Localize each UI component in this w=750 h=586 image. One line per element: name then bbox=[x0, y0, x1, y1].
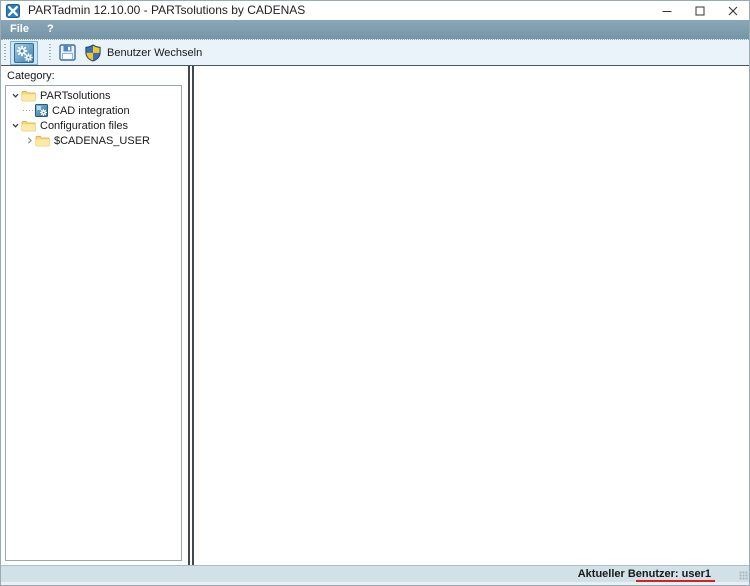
switch-user-button[interactable]: Benutzer Wechseln bbox=[80, 41, 206, 65]
gears-icon bbox=[14, 42, 34, 63]
folder-icon bbox=[21, 120, 36, 132]
close-icon bbox=[728, 6, 737, 15]
window-title: PARTadmin 12.10.00 - PARTsolutions by CA… bbox=[28, 3, 306, 17]
tree-item-cad-integration[interactable]: CAD integration bbox=[6, 103, 181, 118]
content-panel bbox=[194, 66, 749, 565]
category-admin-button[interactable] bbox=[10, 40, 38, 65]
folder-icon bbox=[21, 90, 36, 102]
app-logo-icon bbox=[6, 3, 20, 18]
cad-integration-icon bbox=[35, 104, 48, 117]
minimize-icon bbox=[662, 10, 671, 12]
resize-grip[interactable] bbox=[739, 571, 748, 580]
chevron-down-icon[interactable] bbox=[9, 121, 21, 130]
tree-item-label: Configuration files bbox=[40, 119, 129, 132]
maximize-button[interactable] bbox=[683, 1, 716, 20]
window-controls bbox=[650, 1, 749, 20]
minimize-button[interactable] bbox=[650, 1, 683, 20]
switch-user-label: Benutzer Wechseln bbox=[107, 46, 203, 59]
close-button[interactable] bbox=[716, 1, 749, 20]
menu-help[interactable]: ? bbox=[47, 20, 54, 39]
tree-item-partsolutions[interactable]: PARTsolutions bbox=[6, 88, 181, 103]
save-button[interactable] bbox=[55, 41, 80, 65]
tree-item-label: CAD integration bbox=[52, 104, 130, 117]
toolbar-gripper[interactable] bbox=[4, 43, 6, 62]
status-bar: Aktueller Benutzer: user1 bbox=[1, 565, 749, 582]
main-area: Category: PARTsolutions CAD integration … bbox=[1, 65, 749, 565]
tree-guide bbox=[23, 110, 33, 111]
chevron-down-icon[interactable] bbox=[9, 91, 21, 100]
category-panel: Category: PARTsolutions CAD integration … bbox=[1, 66, 188, 565]
window-bottom-edge bbox=[1, 582, 749, 585]
chevron-right-icon[interactable] bbox=[23, 136, 35, 145]
menu-bar: File ? bbox=[1, 20, 749, 39]
app-window: PARTadmin 12.10.00 - PARTsolutions by CA… bbox=[0, 0, 750, 586]
folder-icon bbox=[35, 135, 50, 147]
shield-icon bbox=[85, 43, 101, 62]
menu-file[interactable]: File bbox=[10, 20, 29, 39]
category-tree[interactable]: PARTsolutions CAD integration Configurat… bbox=[5, 85, 182, 561]
tree-item-label: $CADENAS_USER bbox=[54, 134, 150, 147]
tree-item-cadenas-user[interactable]: $CADENAS_USER bbox=[6, 133, 181, 148]
category-label: Category: bbox=[7, 70, 55, 82]
maximize-icon bbox=[695, 6, 704, 15]
red-underline-annotation bbox=[636, 580, 715, 582]
toolbar-gripper[interactable] bbox=[49, 43, 51, 62]
title-bar: PARTadmin 12.10.00 - PARTsolutions by CA… bbox=[1, 1, 749, 20]
tree-item-label: PARTsolutions bbox=[40, 89, 111, 102]
tree-item-configuration-files[interactable]: Configuration files bbox=[6, 118, 181, 133]
toolbar: Benutzer Wechseln bbox=[1, 39, 749, 65]
save-icon bbox=[59, 44, 76, 61]
